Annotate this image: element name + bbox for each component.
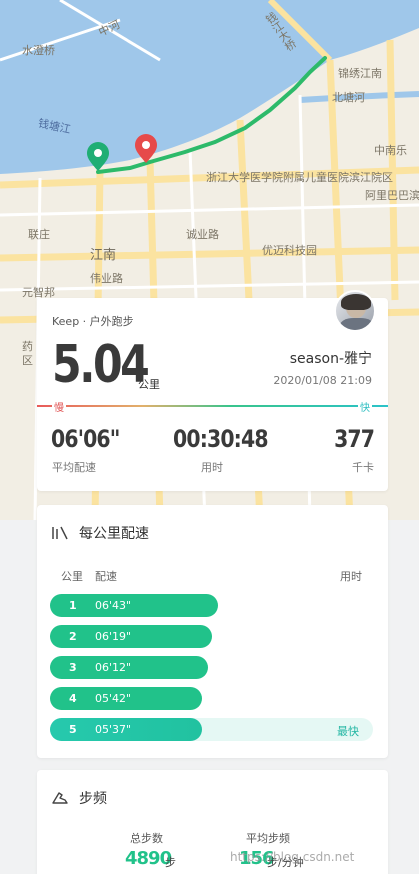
- pace-card-title: 每公里配速: [79, 526, 149, 542]
- pace-row-km: 1: [69, 599, 77, 612]
- pace-row-pace: 06'12": [95, 661, 132, 674]
- map-label-jinxiu: 锦绣江南: [338, 67, 382, 80]
- pace-row-km: 5: [69, 723, 77, 736]
- fastest-badge: 最快: [337, 725, 359, 738]
- pace-row-pace: 06'43": [95, 599, 132, 612]
- watermark: https://blog.csdn.net: [230, 850, 355, 864]
- pace-split-icon: [52, 526, 68, 540]
- pace-row-pace: 05'37": [95, 723, 132, 736]
- pace-row[interactable]: 2 06'19": [50, 625, 373, 648]
- column-header-pace: 配速: [95, 570, 117, 583]
- pace-row[interactable]: 4 05'42": [50, 687, 373, 710]
- calories-label: 千卡: [352, 461, 374, 474]
- map-label-lianzhuang: 联庄: [28, 228, 50, 241]
- distance-unit: 公里: [138, 378, 160, 391]
- pace-row-pace: 05'42": [95, 692, 132, 705]
- avg-pace-label: 平均配速: [52, 461, 96, 474]
- pace-row-pace: 06'19": [95, 630, 132, 643]
- map-label-beitang: 北塘河: [332, 91, 365, 104]
- pace-row-km: 4: [69, 692, 77, 705]
- pace-card-header: 每公里配速: [51, 523, 149, 543]
- map-label-youxun: 优迈科技园: [262, 244, 317, 257]
- user-avatar[interactable]: [334, 290, 376, 332]
- cadence-card-title: 步频: [79, 791, 107, 807]
- map-label-weiye: 伟业路: [90, 272, 123, 285]
- map-label-zhongnan: 中南乐: [374, 144, 407, 157]
- map-label-shuicheng: 水澄桥: [22, 44, 55, 57]
- pace-row-km: 2: [69, 630, 77, 643]
- shoe-icon: [52, 792, 68, 804]
- map-label-alibaba: 阿里巴巴滨江园区: [365, 189, 419, 202]
- pace-row[interactable]: 3 06'12": [50, 656, 373, 679]
- map-label-jiangnan: 江南: [90, 248, 117, 263]
- map-label-qu: 区: [22, 354, 33, 367]
- calories-value: 377: [333, 425, 375, 453]
- avg-cadence-label: 平均步频: [246, 832, 290, 845]
- map-label-chengye: 诚业路: [186, 228, 219, 241]
- pace-row-km: 3: [69, 661, 77, 674]
- pace-gradient-bar: [37, 405, 388, 407]
- column-header-time: 用时: [340, 570, 362, 583]
- total-steps-label: 总步数: [130, 832, 163, 845]
- username: season-雅宁: [289, 351, 372, 367]
- activity-datetime: 2020/01/08 21:09: [273, 374, 372, 387]
- fast-label: 快: [358, 399, 372, 414]
- duration-label: 用时: [201, 461, 223, 474]
- distance-value: 5.04: [52, 335, 150, 395]
- total-steps-unit: 步: [165, 856, 176, 869]
- avg-pace-value: 06'06": [51, 425, 120, 453]
- column-header-km: 公里: [61, 570, 83, 583]
- map-label-hospital: 浙江大学医学院附属儿童医院滨江院区: [206, 170, 393, 185]
- pace-per-km-card: 每公里配速 公里 配速 用时 1 06'43" 2 06'19" 3 06'12" 4 05'…: [37, 505, 388, 758]
- pace-row[interactable]: 5 05'37" 最快: [50, 718, 373, 741]
- pace-row[interactable]: 1 06'43": [50, 594, 373, 617]
- slow-label: 慢: [52, 399, 66, 414]
- activity-source: Keep · 户外跑步: [52, 315, 134, 328]
- duration-value: 00:30:48: [173, 425, 269, 453]
- cadence-card-header: 步频: [51, 788, 107, 808]
- run-summary-card: Keep · 户外跑步 5.04 公里 season-雅宁 2020/01/08…: [37, 290, 388, 491]
